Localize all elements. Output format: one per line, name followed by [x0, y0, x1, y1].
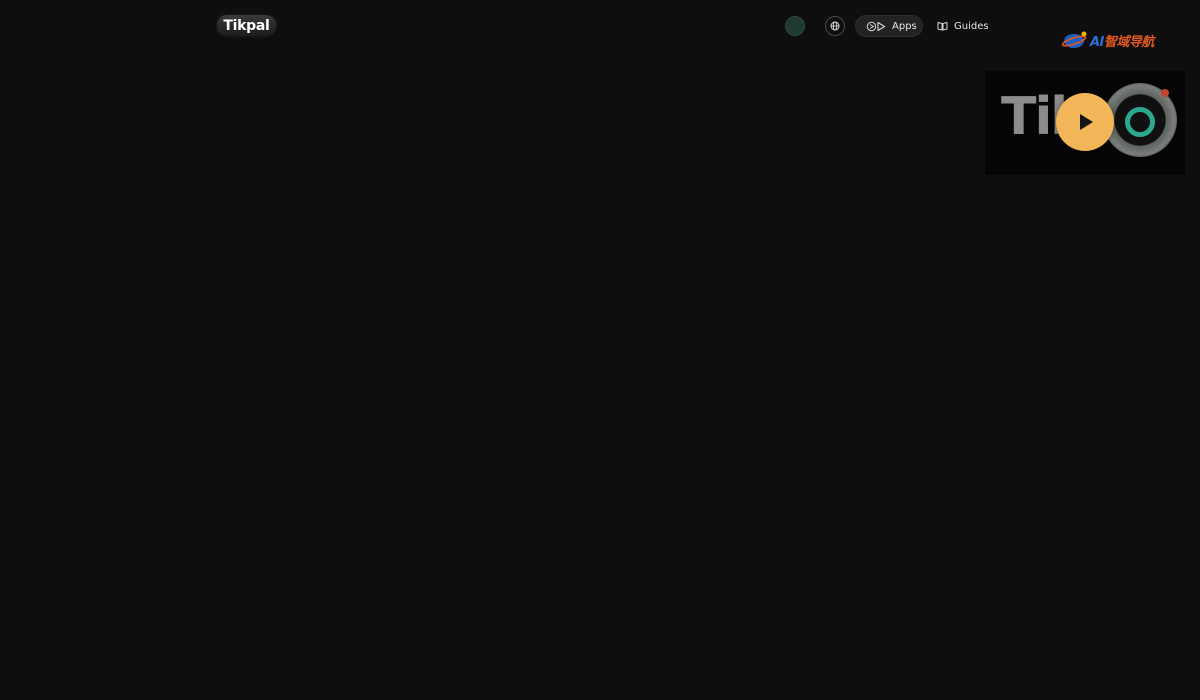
play-icon [1080, 114, 1093, 130]
play-button[interactable] [1056, 93, 1114, 151]
watermark-text: AI智域导航 [1090, 34, 1154, 50]
video-thumbnail[interactable]: Tik [985, 71, 1185, 175]
brand-watermark: AI智域导航 [1062, 29, 1180, 51]
page: Tikpal Apps Guides AI智域导航 Tik [0, 0, 1200, 700]
book-icon [937, 22, 948, 31]
header: Tikpal Apps Guides AI智域导航 [0, 0, 1200, 52]
globe-logo-icon [1062, 31, 1087, 48]
user-avatar[interactable] [785, 16, 805, 36]
tikpal-logo[interactable]: Tikpal [217, 15, 276, 36]
apps-icon [866, 21, 886, 31]
guides-link[interactable]: Guides [937, 15, 989, 37]
apps-button[interactable]: Apps [855, 15, 923, 37]
guides-label: Guides [954, 20, 989, 32]
globe-icon [830, 21, 840, 31]
apps-label: Apps [892, 20, 917, 32]
language-button[interactable] [825, 16, 845, 36]
logo-red-dot [1161, 89, 1169, 97]
logo-inner-ring [1125, 107, 1155, 137]
